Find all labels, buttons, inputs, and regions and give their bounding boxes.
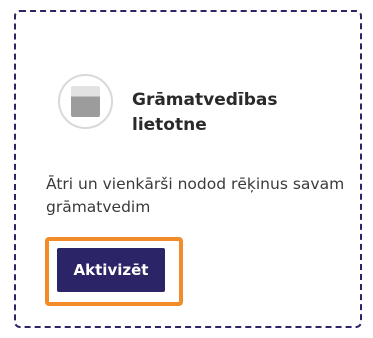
app-logo-icon — [58, 74, 113, 129]
activate-button[interactable]: Aktivizēt — [57, 248, 165, 292]
app-card: Grāmatvedības lietotne Ātri un vienkārši… — [14, 10, 362, 328]
logo-mark — [71, 86, 100, 117]
app-description: Ātri un vienkārši nodod rēķinus savam gr… — [46, 175, 345, 216]
app-title: Grāmatvedības lietotne — [132, 90, 278, 135]
